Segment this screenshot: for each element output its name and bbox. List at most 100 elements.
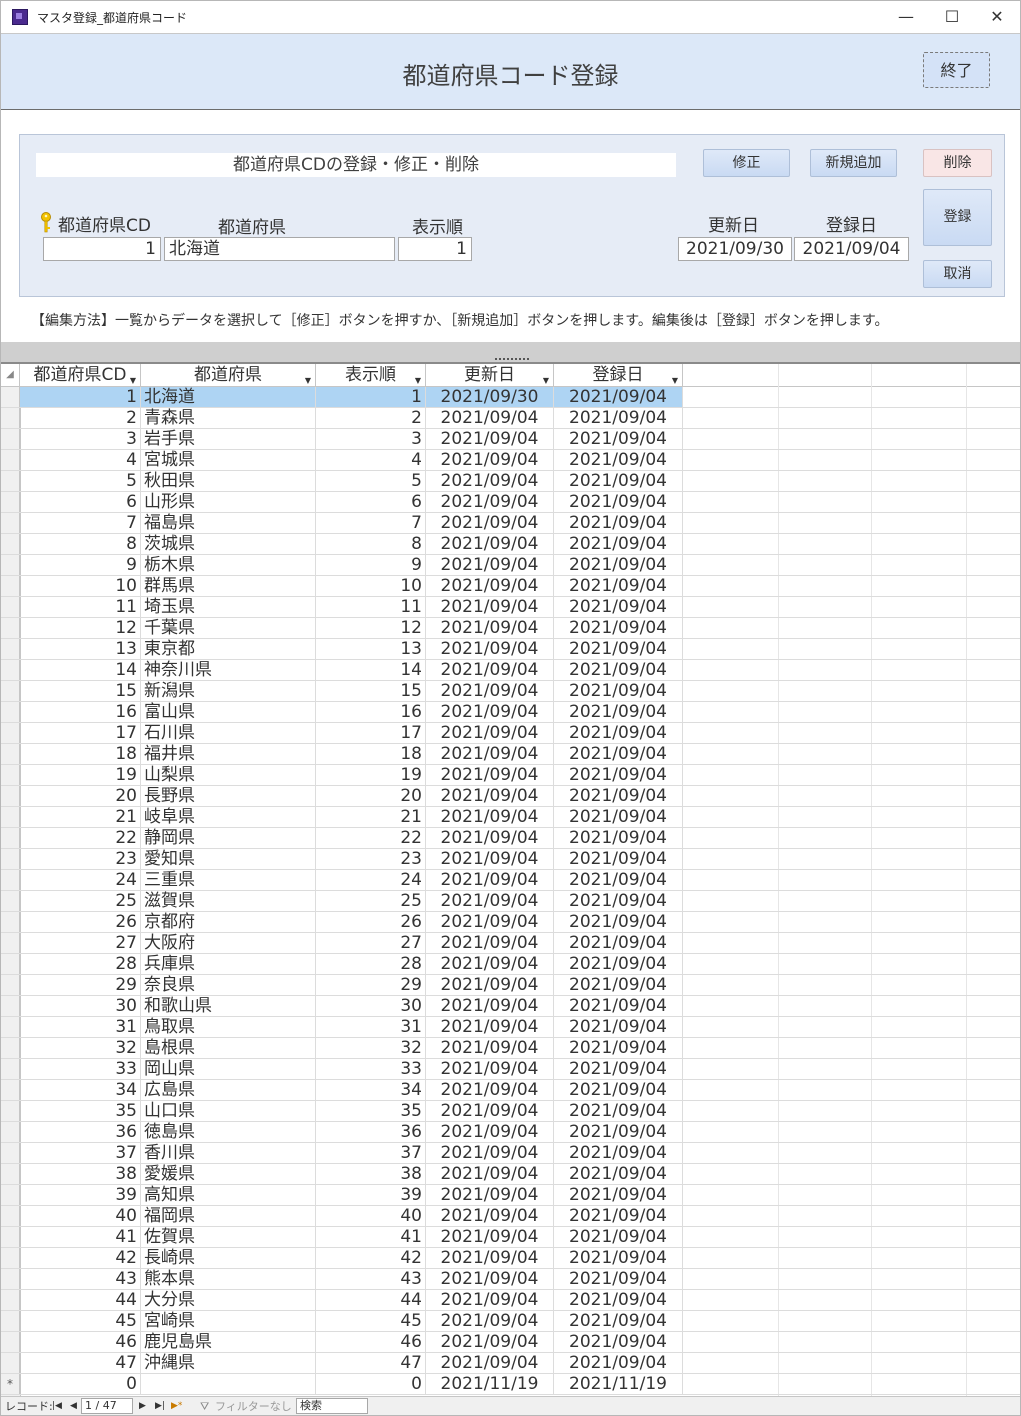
cell-code[interactable]: 35 (20, 1101, 141, 1121)
cell-order[interactable]: 41 (316, 1227, 426, 1247)
cell-pref[interactable]: 長野県 (141, 786, 316, 806)
previous-record-icon[interactable]: ◀ (70, 1399, 77, 1414)
record-selector[interactable] (1, 1353, 20, 1373)
cell-updated[interactable]: 2021/09/04 (426, 1269, 554, 1289)
registered-field[interactable]: 2021/09/04 (794, 237, 909, 261)
cell-registered[interactable]: 2021/09/04 (554, 408, 683, 428)
record-selector[interactable] (1, 1122, 20, 1142)
cell-pref[interactable]: 新潟県 (141, 681, 316, 701)
cell-order[interactable]: 38 (316, 1164, 426, 1184)
cell-updated[interactable]: 2021/09/04 (426, 786, 554, 806)
cell-updated[interactable]: 2021/09/04 (426, 1332, 554, 1352)
cell-registered[interactable]: 2021/09/04 (554, 1311, 683, 1331)
record-selector[interactable] (1, 744, 20, 764)
record-selector[interactable] (1, 933, 20, 953)
cell-updated[interactable]: 2021/09/04 (426, 1080, 554, 1100)
cell-updated[interactable]: 2021/09/04 (426, 1248, 554, 1268)
cell-registered[interactable]: 2021/09/04 (554, 576, 683, 596)
cell-updated[interactable]: 2021/09/04 (426, 429, 554, 449)
cell-registered[interactable]: 2021/09/04 (554, 1080, 683, 1100)
column-header-code[interactable]: 都道府県CD ▼ (20, 364, 141, 386)
record-selector[interactable] (1, 702, 20, 722)
record-selector[interactable] (1, 450, 20, 470)
record-selector[interactable] (1, 660, 20, 680)
table-row[interactable]: 45 宮崎県 45 2021/09/04 2021/09/04 (1, 1311, 1020, 1332)
cell-pref[interactable]: 埼玉県 (141, 597, 316, 617)
cell-registered[interactable]: 2021/09/04 (554, 492, 683, 512)
table-row[interactable]: 13 東京都 13 2021/09/04 2021/09/04 (1, 639, 1020, 660)
cancel-button[interactable]: 取消 (923, 260, 992, 288)
cell-code[interactable]: 27 (20, 933, 141, 953)
record-selector[interactable] (1, 1143, 20, 1163)
table-row[interactable]: 19 山梨県 19 2021/09/04 2021/09/04 (1, 765, 1020, 786)
cell-pref[interactable]: 広島県 (141, 1080, 316, 1100)
cell-order[interactable]: 33 (316, 1059, 426, 1079)
cell-registered[interactable]: 2021/09/04 (554, 723, 683, 743)
cell-order[interactable]: 30 (316, 996, 426, 1016)
record-selector[interactable] (1, 618, 20, 638)
table-row[interactable]: 8 茨城県 8 2021/09/04 2021/09/04 (1, 534, 1020, 555)
table-row[interactable]: 37 香川県 37 2021/09/04 2021/09/04 (1, 1143, 1020, 1164)
cell-registered[interactable]: 2021/09/04 (554, 429, 683, 449)
filter-status[interactable]: フィルターなし (215, 1399, 292, 1414)
cell-registered[interactable]: 2021/09/04 (554, 597, 683, 617)
cell-registered[interactable]: 2021/09/04 (554, 975, 683, 995)
cell-pref[interactable]: 石川県 (141, 723, 316, 743)
select-all-corner[interactable]: ◢ (1, 364, 20, 386)
cell-code[interactable]: 32 (20, 1038, 141, 1058)
cell-pref[interactable]: 岐阜県 (141, 807, 316, 827)
cell-code[interactable]: 9 (20, 555, 141, 575)
cell-updated[interactable]: 2021/09/04 (426, 597, 554, 617)
cell-pref[interactable]: 徳島県 (141, 1122, 316, 1142)
cell-updated[interactable]: 2021/09/04 (426, 555, 554, 575)
cell-registered[interactable]: 2021/09/04 (554, 1290, 683, 1310)
cell-pref[interactable]: 茨城県 (141, 534, 316, 554)
table-row[interactable]: 5 秋田県 5 2021/09/04 2021/09/04 (1, 471, 1020, 492)
cell-pref[interactable]: 神奈川県 (141, 660, 316, 680)
cell-updated[interactable]: 2021/09/04 (426, 681, 554, 701)
table-row[interactable]: 23 愛知県 23 2021/09/04 2021/09/04 (1, 849, 1020, 870)
table-row[interactable]: 3 岩手県 3 2021/09/04 2021/09/04 (1, 429, 1020, 450)
cell-order[interactable]: 19 (316, 765, 426, 785)
cell-order[interactable]: 11 (316, 597, 426, 617)
table-row[interactable]: 21 岐阜県 21 2021/09/04 2021/09/04 (1, 807, 1020, 828)
cell-order[interactable]: 2 (316, 408, 426, 428)
cell-pref[interactable]: 大分県 (141, 1290, 316, 1310)
search-input[interactable]: 検索 (296, 1398, 368, 1414)
cell-pref[interactable]: 香川県 (141, 1143, 316, 1163)
table-row[interactable]: 16 富山県 16 2021/09/04 2021/09/04 (1, 702, 1020, 723)
cell-updated[interactable]: 2021/09/30 (426, 387, 554, 407)
column-header-updated[interactable]: 更新日 ▼ (426, 364, 554, 386)
close-button[interactable]: ✕ (977, 3, 1017, 31)
next-record-icon[interactable]: ▶ (139, 1399, 146, 1414)
cell-updated[interactable]: 2021/09/04 (426, 723, 554, 743)
cell-pref[interactable]: 千葉県 (141, 618, 316, 638)
cell-updated[interactable]: 2021/09/04 (426, 618, 554, 638)
cell-order[interactable]: 45 (316, 1311, 426, 1331)
cell-registered[interactable]: 2021/09/04 (554, 1059, 683, 1079)
table-row[interactable]: 20 長野県 20 2021/09/04 2021/09/04 (1, 786, 1020, 807)
cell-code[interactable]: 30 (20, 996, 141, 1016)
cell-registered[interactable]: 2021/09/04 (554, 849, 683, 869)
table-row[interactable]: 46 鹿児島県 46 2021/09/04 2021/09/04 (1, 1332, 1020, 1353)
cell-order[interactable]: 40 (316, 1206, 426, 1226)
cell-order[interactable]: 32 (316, 1038, 426, 1058)
record-selector[interactable] (1, 1017, 20, 1037)
cell-order[interactable]: 23 (316, 849, 426, 869)
end-button[interactable]: 終了 (923, 52, 990, 88)
cell-updated[interactable]: 2021/09/04 (426, 576, 554, 596)
table-row[interactable]: 12 千葉県 12 2021/09/04 2021/09/04 (1, 618, 1020, 639)
cell-registered[interactable]: 2021/09/04 (554, 828, 683, 848)
cell-code[interactable]: 18 (20, 744, 141, 764)
record-selector[interactable] (1, 639, 20, 659)
cell-pref[interactable]: 栃木県 (141, 555, 316, 575)
cell-order[interactable]: 4 (316, 450, 426, 470)
record-selector[interactable] (1, 870, 20, 890)
cell-registered[interactable]: 2021/09/04 (554, 1353, 683, 1373)
record-selector[interactable] (1, 597, 20, 617)
cell-order[interactable]: 15 (316, 681, 426, 701)
cell-registered[interactable]: 2021/09/04 (554, 1101, 683, 1121)
cell-pref[interactable]: 鳥取県 (141, 1017, 316, 1037)
record-selector[interactable] (1, 828, 20, 848)
cell-updated[interactable]: 2021/11/19 (426, 1374, 554, 1394)
